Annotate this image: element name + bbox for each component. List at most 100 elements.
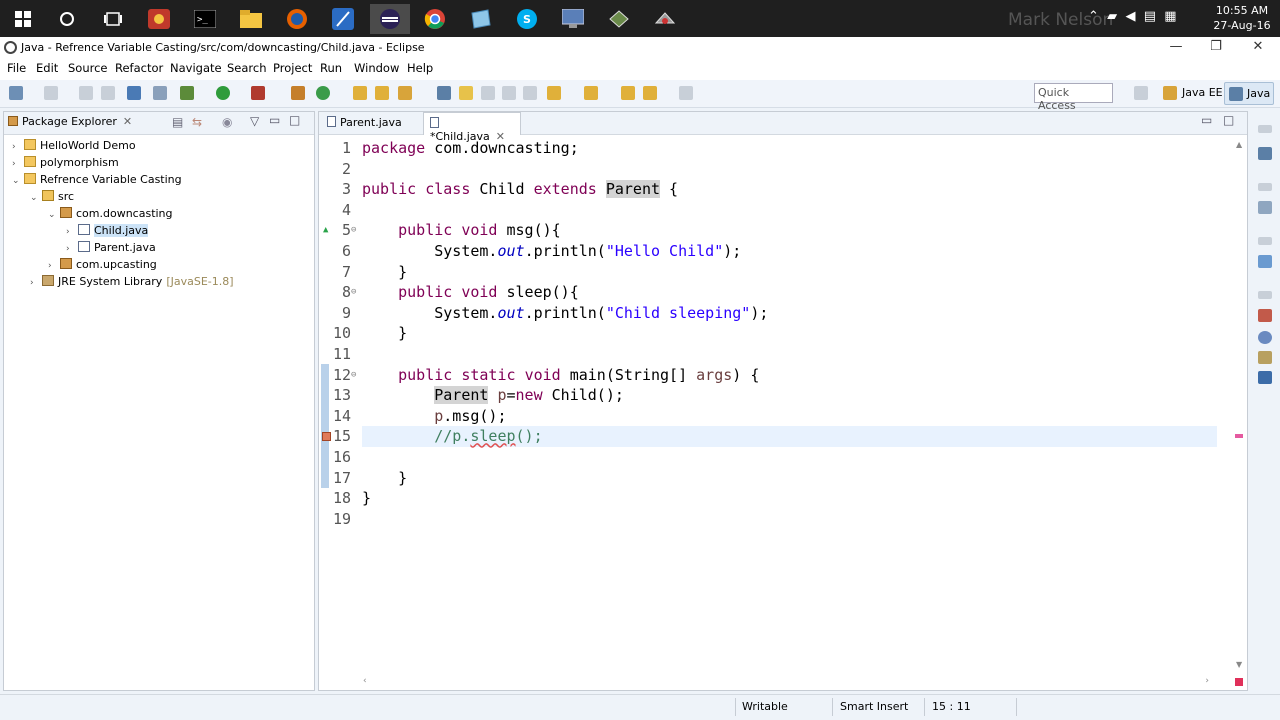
tree-item[interactable]: ⌄ com.downcasting <box>48 205 173 222</box>
app-red-icon[interactable] <box>144 4 174 34</box>
menu-refactor[interactable]: Refactor <box>115 61 163 75</box>
eclipse-icon[interactable] <box>370 4 410 34</box>
javaee-perspective-icon[interactable] <box>1163 86 1177 100</box>
scroll-down-icon[interactable]: ▼ <box>1236 660 1242 669</box>
quick-access-input[interactable]: Quick Access <box>1034 83 1113 112</box>
status-insert-mode[interactable]: Smart Insert <box>840 700 908 713</box>
open-type-icon[interactable] <box>353 86 367 100</box>
horizontal-scrollbar[interactable]: ‹ › <box>363 676 1209 688</box>
run-icon[interactable] <box>216 86 230 100</box>
chrome-icon[interactable] <box>420 4 450 34</box>
block-selection-icon[interactable] <box>481 86 495 100</box>
outline-icon[interactable] <box>1258 201 1272 214</box>
scroll-up-icon[interactable]: ▲ <box>1236 140 1242 149</box>
menu-run[interactable]: Run <box>320 61 342 75</box>
tree-item[interactable]: › Child.java <box>66 222 149 239</box>
search-icon[interactable] <box>398 86 412 100</box>
tree-item[interactable]: › HelloWorld Demo <box>12 137 136 154</box>
external-tools-icon[interactable] <box>251 86 265 100</box>
task-list-icon[interactable] <box>1258 147 1272 160</box>
new-java-project-icon[interactable] <box>291 86 305 100</box>
open-task-icon[interactable] <box>375 86 389 100</box>
restore-button[interactable]: ❐ <box>1206 39 1226 54</box>
expand-chevron-right-icon[interactable]: › <box>30 275 42 292</box>
minimize-view-icon[interactable]: ▭ <box>269 113 280 127</box>
toggle-mark-occurrences-icon[interactable] <box>437 86 451 100</box>
skype-icon[interactable]: S <box>512 4 542 34</box>
focus-task-icon[interactable]: ◉ <box>222 115 232 129</box>
tab-parent-java[interactable]: Parent.java <box>321 112 419 135</box>
menu-file[interactable]: File <box>7 61 26 75</box>
tree-item[interactable]: › Parent.java <box>66 239 156 256</box>
expand-chevron-down-icon[interactable]: ⌄ <box>12 173 24 190</box>
restore-stack-icon[interactable] <box>1258 291 1272 299</box>
expand-chevron-down-icon[interactable]: ⌄ <box>30 190 42 207</box>
app-feather-icon[interactable] <box>328 4 358 34</box>
search-circle-icon[interactable] <box>52 4 82 34</box>
close-window-button[interactable]: ✕ <box>1248 39 1268 54</box>
fold-toggle-icon[interactable]: ⊖ <box>351 365 356 386</box>
restore-stack-icon[interactable] <box>1258 183 1272 191</box>
file-explorer-icon[interactable] <box>236 4 266 34</box>
tree-item[interactable]: › com.upcasting <box>48 256 157 273</box>
scroll-right-icon[interactable]: › <box>1205 676 1209 686</box>
word-wrap-icon[interactable] <box>502 86 516 100</box>
code-editor[interactable]: 1 package com.downcasting; 2 3 public clas… <box>319 138 1231 678</box>
minimize-editor-icon[interactable]: ▭ <box>1201 113 1212 127</box>
console-icon[interactable] <box>127 86 141 100</box>
menu-window[interactable]: Window <box>354 61 399 75</box>
system-tray[interactable]: ⌃ ▰ ◀ ▤ ▦ <box>1088 9 1177 24</box>
menu-project[interactable]: Project <box>273 61 312 75</box>
tree-item[interactable]: ⌄ Refrence Variable Casting <box>12 171 182 188</box>
network-icon[interactable]: ▰ <box>1107 9 1117 24</box>
terminal-icon[interactable]: >_ <box>190 4 220 34</box>
chevron-up-icon[interactable]: ⌃ <box>1088 9 1099 24</box>
collapse-all-icon[interactable]: ▤ <box>172 115 183 129</box>
tree-item[interactable]: › JRE System Library [JavaSE-1.8] <box>30 273 234 290</box>
toggle-highlight-icon[interactable] <box>459 86 473 100</box>
hierarchy-icon[interactable] <box>1258 255 1272 268</box>
save-icon[interactable] <box>79 86 93 100</box>
save-all-icon[interactable] <box>101 86 115 100</box>
declaration-icon[interactable] <box>1258 351 1272 364</box>
debug-icon[interactable] <box>180 86 194 100</box>
package-explorer-tab[interactable]: Package Explorer ✕ <box>8 115 132 128</box>
link-with-editor-icon[interactable]: ⇆ <box>192 115 202 129</box>
taskbar-clock[interactable]: 10:55 AM 27-Aug-16 <box>1212 3 1272 33</box>
firefox-icon[interactable] <box>282 4 312 34</box>
new-java-class-icon[interactable] <box>316 86 330 100</box>
menu-navigate[interactable]: Navigate <box>170 61 222 75</box>
menu-search[interactable]: Search <box>227 61 267 75</box>
maximize-view-icon[interactable]: □ <box>289 113 300 127</box>
overview-error-indicator[interactable] <box>1235 678 1243 686</box>
new-wizard-icon[interactable] <box>44 86 58 100</box>
bitlocker-icon[interactable] <box>604 4 634 34</box>
menu-source[interactable]: Source <box>68 61 108 75</box>
maximize-editor-icon[interactable]: □ <box>1223 113 1234 127</box>
restore-stack-icon[interactable] <box>1258 237 1272 245</box>
forward-icon[interactable] <box>679 86 693 100</box>
tab-child-java[interactable]: *Child.java ✕ <box>423 112 521 143</box>
javadoc-icon[interactable] <box>1258 331 1272 344</box>
scroll-left-icon[interactable]: ‹ <box>363 676 367 686</box>
network-tool-icon[interactable] <box>558 4 588 34</box>
volume-icon[interactable]: ◀ <box>1125 9 1135 24</box>
overview-ruler-error-marker[interactable] <box>1235 434 1243 438</box>
last-edit-location-icon[interactable] <box>621 86 635 100</box>
menu-edit[interactable]: Edit <box>36 61 58 75</box>
fold-toggle-icon[interactable]: ⊖ <box>351 220 356 241</box>
next-annotation-icon[interactable] <box>547 86 561 100</box>
expand-chevron-down-icon[interactable]: ⌄ <box>48 207 60 224</box>
tree-item[interactable]: › polymorphism <box>12 154 119 171</box>
view-menu-icon[interactable]: ▽ <box>250 114 259 128</box>
tool-icon[interactable] <box>650 4 680 34</box>
back-icon[interactable] <box>643 86 657 100</box>
windows-start-icon[interactable] <box>8 4 38 34</box>
open-perspective-icon[interactable] <box>1134 86 1148 100</box>
minimize-button[interactable]: — <box>1166 39 1186 54</box>
fold-toggle-icon[interactable]: ⊖ <box>351 282 356 303</box>
close-tab-icon[interactable]: ✕ <box>123 115 132 128</box>
keyboard-icon[interactable]: ▦ <box>1164 9 1176 24</box>
notification-icon[interactable]: ▤ <box>1144 9 1156 24</box>
console-view-icon[interactable] <box>1258 371 1272 384</box>
